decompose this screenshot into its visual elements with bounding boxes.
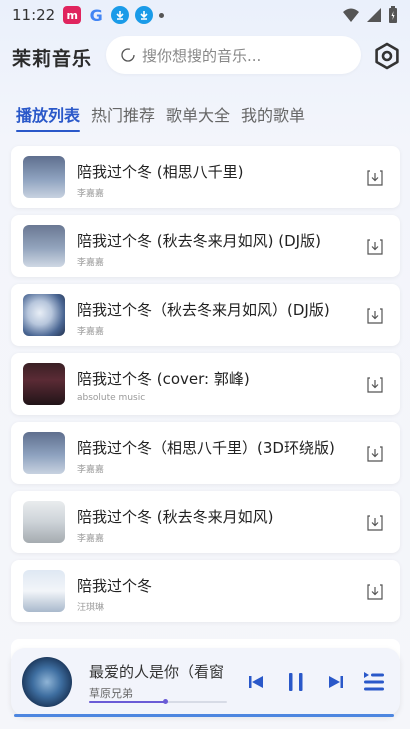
list-item[interactable]: 陪我过个冬 汪琪琳 [11,560,400,622]
song-title: 陪我过个冬（相思八千里）(3D环绕版) [77,439,335,457]
list-item[interactable]: 陪我过个冬（相思八千里）(3D环绕版) 李嘉嘉 [11,422,400,484]
dot-icon [159,12,165,18]
m-app-icon: m [63,6,82,24]
tab-hot-recommend[interactable]: 热门推荐 [91,102,155,132]
download-notify-icon [135,6,154,24]
search-placeholder: 搜你想搜的音乐... [142,46,262,65]
status-time: 11:22 [12,6,56,24]
list-item[interactable]: 陪我过个冬 (cover: 郭峰) absolute music [11,353,400,415]
progress-knob[interactable] [162,699,168,704]
song-artist: 李嘉嘉 [77,534,105,544]
mini-player[interactable]: 最爱的人是你（看窗 草原兄弟 [11,648,400,716]
download-icon[interactable] [366,169,384,187]
player-song-title: 最爱的人是你（看窗 [89,663,225,681]
download-icon[interactable] [366,307,384,325]
album-cover [23,501,65,543]
player-underline [14,714,394,717]
status-bar: 11:22 m G [0,0,410,30]
search-input[interactable]: 搜你想搜的音乐... [106,36,361,74]
album-cover [23,294,65,336]
signal-icon [367,8,381,22]
album-cover [23,225,65,267]
song-artist: 李嘉嘉 [77,258,105,268]
list-item[interactable]: 陪我过个冬（秋去冬来月如风）(DJ版) 李嘉嘉 [11,284,400,346]
tab-all-playlists[interactable]: 歌单大全 [166,102,230,132]
google-icon: G [89,5,103,25]
song-artist: 汪琪琳 [77,603,105,613]
download-icon[interactable] [366,514,384,532]
progress-fill [89,701,165,703]
song-title: 陪我过个冬 (cover: 郭峰) [77,370,250,388]
list-item[interactable]: 陪我过个冬 (相思八千里) 李嘉嘉 [11,146,400,208]
search-icon [121,48,135,62]
song-title: 陪我过个冬 (相思八千里) [77,163,244,181]
app-title: 茉莉音乐 [12,48,93,70]
song-artist: absolute music [77,393,146,403]
song-artist: 李嘉嘉 [77,189,105,199]
player-album-cover[interactable] [22,657,72,707]
album-cover [23,570,65,612]
wifi-icon [343,8,359,22]
song-title: 陪我过个冬 [77,577,153,595]
progress-bar[interactable] [89,699,227,704]
album-cover [23,363,65,405]
previous-icon[interactable] [246,672,266,692]
tab-bar: 播放列表 热门推荐 歌单大全 我的歌单 [16,102,305,132]
album-cover [23,156,65,198]
tab-my-playlists[interactable]: 我的歌单 [241,102,305,132]
album-cover [23,432,65,474]
status-icons-right [342,6,398,24]
download-icon[interactable] [366,583,384,601]
tab-playlist[interactable]: 播放列表 [16,102,81,132]
song-title: 陪我过个冬（秋去冬来月如风）(DJ版) [77,301,330,319]
download-icon[interactable] [366,445,384,463]
download-icon[interactable] [366,376,384,394]
download-icon[interactable] [366,238,384,256]
download-notify-icon [111,6,130,24]
song-list: 陪我过个冬 (相思八千里) 李嘉嘉 陪我过个冬 (秋去冬来月如风) (DJ版) … [11,146,400,629]
playlist-icon[interactable] [363,670,385,694]
battery-icon [389,6,397,23]
song-title: 陪我过个冬 (秋去冬来月如风) [77,508,274,526]
app-header: 茉莉音乐 搜你想搜的音乐... [0,36,410,76]
list-item[interactable]: 陪我过个冬 (秋去冬来月如风) 李嘉嘉 [11,491,400,553]
status-icons-left: m G [63,5,165,25]
player-artist: 草原兄弟 [89,687,133,700]
pause-icon[interactable] [285,671,307,693]
song-artist: 李嘉嘉 [77,465,105,475]
next-icon[interactable] [326,672,346,692]
list-item[interactable]: 陪我过个冬 (秋去冬来月如风) (DJ版) 李嘉嘉 [11,215,400,277]
gear-icon[interactable] [373,42,401,70]
song-title: 陪我过个冬 (秋去冬来月如风) (DJ版) [77,232,321,250]
song-artist: 李嘉嘉 [77,327,105,337]
